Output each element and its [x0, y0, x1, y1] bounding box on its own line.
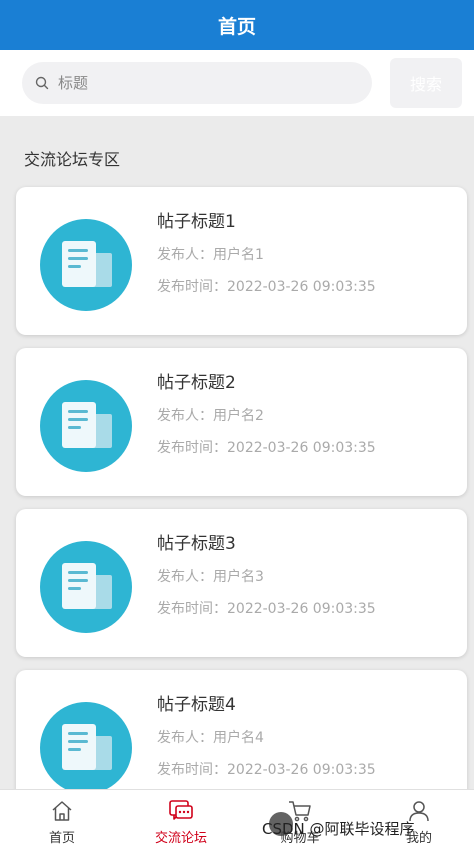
document-icon: [40, 380, 132, 472]
page-header: 首页: [0, 0, 474, 50]
search-field[interactable]: [22, 62, 372, 104]
post-time: 发布时间：2022-03-26 09:03:35: [157, 601, 376, 617]
post-title: 帖子标题3: [157, 534, 236, 554]
home-icon: [49, 798, 75, 824]
post-title: 帖子标题4: [157, 695, 236, 715]
tab-label: 首页: [48, 831, 75, 846]
post-time: 发布时间：2022-03-26 09:03:35: [157, 279, 376, 295]
search-icon: [34, 75, 50, 91]
forum-icon: [168, 798, 194, 824]
search-bar: 搜索: [0, 50, 474, 116]
document-icon: [40, 541, 132, 633]
post-author: 发布人：用户名3: [157, 569, 264, 585]
search-input[interactable]: [56, 73, 340, 93]
tab-forum[interactable]: 交流论坛: [122, 790, 240, 853]
post-time: 发布时间：2022-03-26 09:03:35: [157, 762, 376, 778]
post-card-1[interactable]: 帖子标题1 发布人：用户名1 发布时间：2022-03-26 09:03:35: [16, 187, 467, 335]
watermark-text: CSDN @阿联毕设程序: [262, 820, 415, 838]
post-card-3[interactable]: 帖子标题3 发布人：用户名3 发布时间：2022-03-26 09:03:35: [16, 509, 467, 657]
search-button[interactable]: 搜索: [390, 58, 462, 108]
post-title: 帖子标题1: [157, 212, 236, 232]
tab-home[interactable]: 首页: [3, 790, 121, 853]
post-time: 发布时间：2022-03-26 09:03:35: [157, 440, 376, 456]
post-title: 帖子标题2: [157, 373, 236, 393]
post-author: 发布人：用户名1: [157, 247, 264, 263]
document-icon: [40, 702, 132, 794]
page-title: 首页: [217, 15, 256, 38]
post-author: 发布人：用户名2: [157, 408, 264, 424]
post-card-2[interactable]: 帖子标题2 发布人：用户名2 发布时间：2022-03-26 09:03:35: [16, 348, 467, 496]
section-title: 交流论坛专区: [24, 150, 121, 169]
document-icon: [40, 219, 132, 311]
tab-label: 交流论坛: [154, 831, 207, 846]
post-author: 发布人：用户名4: [157, 730, 264, 746]
